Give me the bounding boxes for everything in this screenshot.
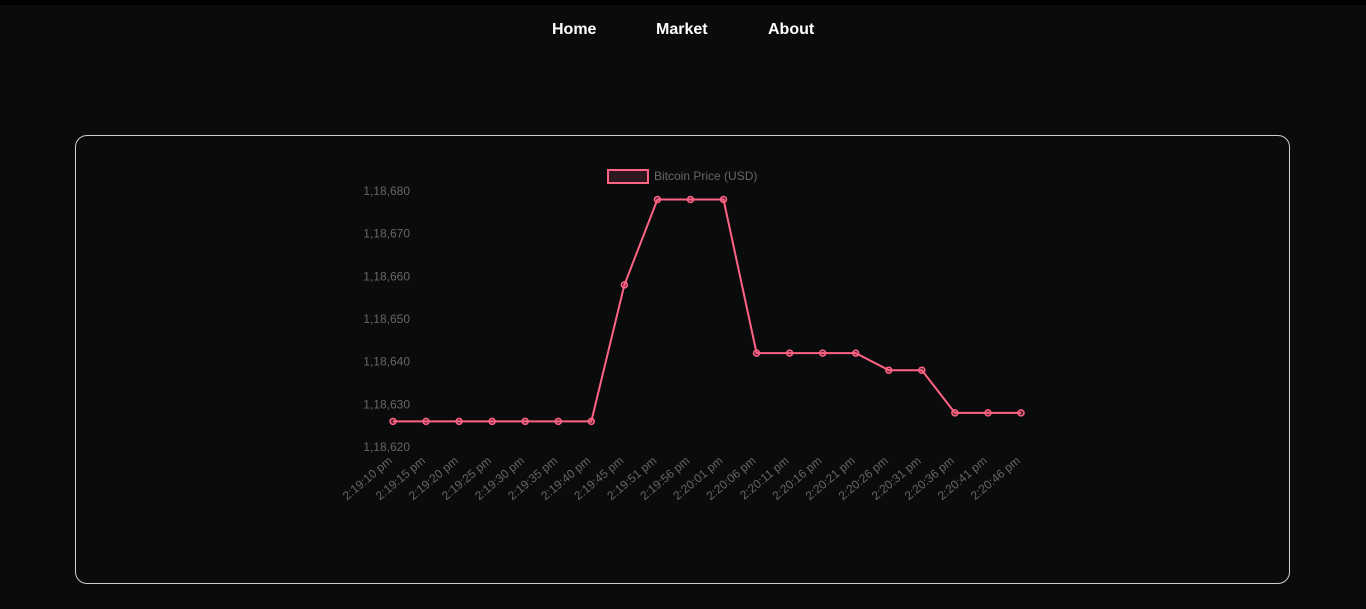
data-point bbox=[389, 417, 397, 426]
data-point bbox=[455, 417, 463, 426]
data-point bbox=[422, 417, 430, 426]
data-point bbox=[785, 349, 794, 357]
y-tick-label: 1,18,680 bbox=[363, 184, 410, 198]
data-point bbox=[521, 417, 529, 426]
data-point bbox=[752, 349, 761, 357]
legend-swatch bbox=[607, 169, 649, 184]
data-point bbox=[488, 417, 496, 426]
y-tick-label: 1,18,620 bbox=[363, 440, 410, 454]
y-tick-label: 1,18,630 bbox=[363, 397, 410, 411]
data-point bbox=[719, 195, 728, 204]
data-point bbox=[554, 417, 563, 426]
data-point bbox=[885, 366, 893, 374]
data-point bbox=[686, 195, 695, 204]
data-point bbox=[951, 409, 959, 417]
legend-label: Bitcoin Price (USD) bbox=[654, 169, 757, 183]
price-line-chart: Bitcoin Price (USD) 1,18,620 1,18,630 1,18,… bbox=[340, 169, 1025, 503]
data-point bbox=[851, 349, 860, 357]
series-line bbox=[393, 198, 1021, 423]
data-point bbox=[587, 417, 596, 426]
data-point bbox=[653, 195, 662, 204]
data-point bbox=[984, 409, 992, 417]
data-point bbox=[918, 366, 926, 374]
y-tick-label: 1,18,650 bbox=[363, 312, 410, 326]
y-tick-label: 1,18,670 bbox=[363, 227, 410, 241]
y-tick-label: 1,18,660 bbox=[363, 269, 410, 283]
data-point bbox=[620, 281, 629, 289]
data-point bbox=[818, 349, 827, 357]
y-tick-label: 1,18,640 bbox=[363, 355, 410, 369]
data-point bbox=[1017, 409, 1025, 417]
